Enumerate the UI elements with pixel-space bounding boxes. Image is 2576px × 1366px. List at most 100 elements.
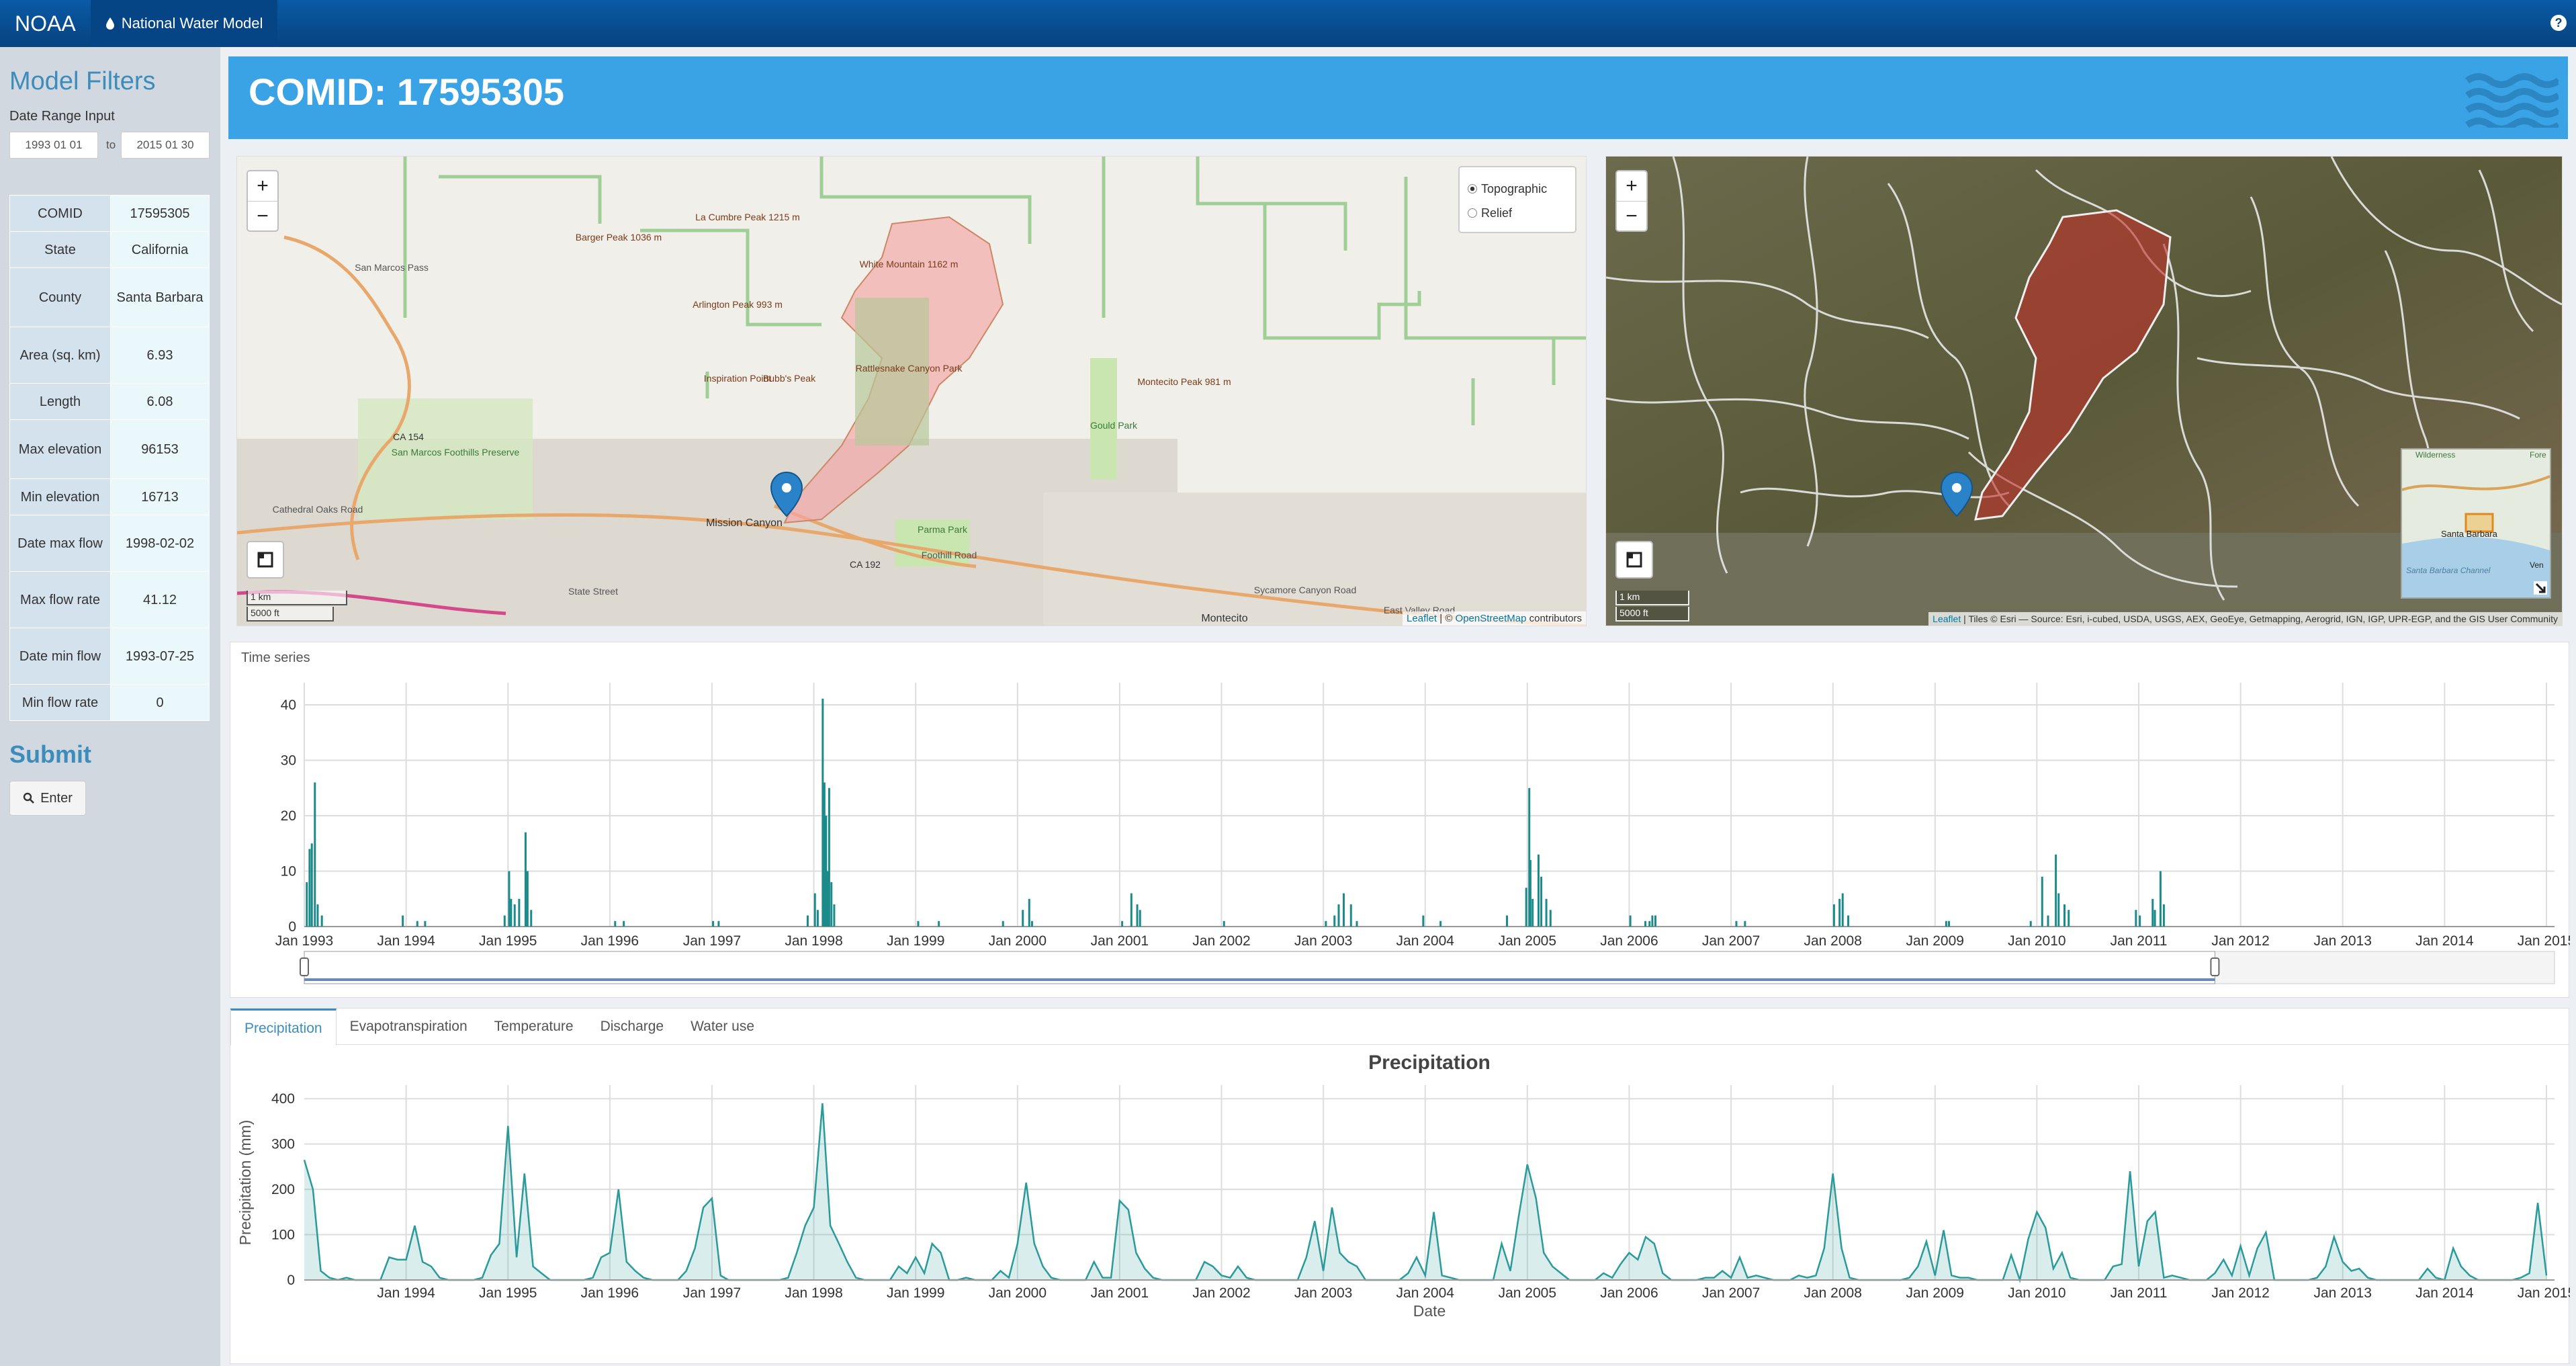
tab-evapotranspiration[interactable]: Evapotranspiration [337,1009,481,1045]
zoom-out-button[interactable]: − [248,201,277,230]
fullscreen-button[interactable] [247,541,284,579]
x-tick-label: Jan 2006 [1600,933,1658,949]
variable-tabs-panel: Precipitation Evapotranspiration Tempera… [230,1008,2570,1365]
y-tick-label: 0 [287,1273,295,1288]
x-tick-label: Jan 2012 [2211,1285,2269,1301]
tab-precipitation[interactable]: Precipitation [230,1009,337,1045]
x-tick-label: Jan 1997 [683,1285,741,1301]
map-label: Cathedral Oaks Road [273,504,363,515]
table-row: Date min flow 1993-07-25 [9,628,210,685]
zoom-in-button[interactable]: + [1617,171,1646,201]
minimap-label: Wilderness [2415,450,2455,460]
attribution-tail: contributors [1526,613,1582,624]
table-row: Min flow rate 0 [9,684,210,721]
tab-discharge[interactable]: Discharge [587,1009,678,1045]
fullscreen-button[interactable] [1615,541,1653,579]
topo-map-tiles[interactable]: Barger Peak 1036 m La Cumbre Peak 1215 m… [237,157,1586,626]
help-icon[interactable]: ? [2550,15,2567,31]
x-tick-label: Jan 1995 [479,933,537,949]
info-key: Max elevation [9,419,111,479]
nav-tab-national-water-model[interactable]: National Water Model [90,0,278,47]
map-label: Mission Canyon [706,517,783,529]
x-tick-label: Jan 2014 [2415,933,2474,949]
x-tick-label: Jan 1999 [887,933,944,949]
minimap[interactable]: Wilderness Santa Barbara Santa Barbara C… [2401,448,2551,599]
x-tick-label: Jan 1995 [479,1285,537,1301]
x-tick-label: Jan 2001 [1091,1285,1149,1301]
info-value: 0 [110,684,210,721]
date-end-input[interactable]: 2015 01 30 [121,132,210,159]
info-value: 41.12 [110,571,210,628]
water-waves-icon [2465,73,2559,128]
map-attribution: Leaflet | Tiles © Esri — Source: Esri, i… [1928,612,2562,626]
info-key: County [9,267,111,327]
x-tick-label: Jan 2015 [2518,1285,2570,1301]
scale-bar-ft: 5000 ft [247,607,334,622]
info-value: California [110,231,210,268]
table-row: Date max flow 1998-02-02 [9,515,210,572]
tab-temperature[interactable]: Temperature [481,1009,587,1045]
flow-time-series-chart[interactable]: Jan 1993 Jan 1994 Jan 1995 Jan 1996 Jan 1997… [230,642,2570,998]
x-tick-label: Jan 1996 [581,1285,639,1301]
enter-button[interactable]: Enter [9,781,86,816]
layer-option-relief[interactable]: Relief [1468,201,1567,225]
x-tick-label: Jan 2007 [1702,933,1760,949]
minimap-tiles[interactable]: Wilderness Santa Barbara Santa Barbara C… [2402,450,2550,597]
table-row: Max flow rate 41.12 [9,571,210,628]
fullscreen-icon [1626,552,1642,568]
scale-bar-km: 1 km [247,591,347,605]
layer-option-label: Relief [1481,206,1513,220]
info-value: 6.93 [110,327,210,384]
x-tick-label: Jan 1999 [887,1285,944,1301]
table-row: Area (sq. km) 6.93 [9,327,210,384]
info-key: Min elevation [9,478,111,515]
leaflet-link[interactable]: Leaflet [1933,613,1961,624]
radio-selected-icon[interactable] [1468,184,1477,194]
map-label: La Cumbre Peak 1215 m [695,212,800,222]
info-key: Length [9,383,111,420]
leaflet-link[interactable]: Leaflet [1407,613,1437,624]
x-tick-label: Jan 2003 [1294,933,1352,949]
x-tick-label: Jan 2008 [1804,1285,1861,1301]
map-label: Gould Park [1090,420,1138,431]
y-tick-label: 10 [281,864,296,880]
x-tick-label: Jan 1998 [785,1285,842,1301]
table-row: State California [9,231,210,268]
precipitation-chart[interactable]: Precipitation Jan 1994 Jan 1995 Jan 1996 Jan… [230,1045,2570,1365]
minimap-label: Ven [2530,560,2544,570]
map-label: Parma Park [918,524,968,535]
info-value: 16713 [110,478,210,515]
y-tick-label: 20 [281,808,296,824]
info-value: 1993-07-25 [110,628,210,685]
date-range-separator: to [106,138,116,151]
tab-water-use[interactable]: Water use [677,1009,768,1045]
time-series-panel: Time series Jan 1993 Jan 1994 Jan 1995 Jan … [230,642,2570,998]
map-label: State Street [568,586,618,597]
brand-logo[interactable]: NOAA [0,0,91,47]
layer-option-topographic[interactable]: Topographic [1468,177,1567,201]
table-row: COMID 17595305 [9,195,210,232]
osm-link[interactable]: OpenStreetMap [1456,613,1527,624]
top-navbar: NOAA National Water Model ? [0,0,2576,47]
map-label: CA 192 [850,559,881,570]
date-start-input[interactable]: 1993 01 01 [9,132,98,159]
topographic-map[interactable]: Barger Peak 1036 m La Cumbre Peak 1215 m… [236,156,1587,626]
x-tick-label: Jan 2015 [2518,933,2570,949]
table-row: Min elevation 16713 [9,478,210,515]
zoom-out-button[interactable]: − [1617,201,1646,230]
range-slider-handle[interactable] [2210,957,2220,976]
x-tick-label: Jan 2013 [2313,1285,2371,1301]
search-icon [23,792,35,804]
info-key: State [9,231,111,268]
map-label: Sycamore Canyon Road [1254,585,1357,595]
satellite-map[interactable]: + − Wilderness Santa Barbara Santa Barba… [1605,156,2563,626]
y-tick-label: 100 [271,1228,295,1243]
map-label: San Marcos Foothills Preserve [392,447,520,458]
radio-unselected-icon[interactable] [1468,208,1477,218]
minimap-toggle-icon[interactable] [2534,581,2547,595]
zoom-in-button[interactable]: + [248,171,277,201]
x-tick-label: Jan 2004 [1396,933,1455,949]
y-tick-label: 400 [271,1091,295,1107]
y-tick-label: 200 [271,1182,295,1197]
range-slider-handle[interactable] [300,957,309,976]
